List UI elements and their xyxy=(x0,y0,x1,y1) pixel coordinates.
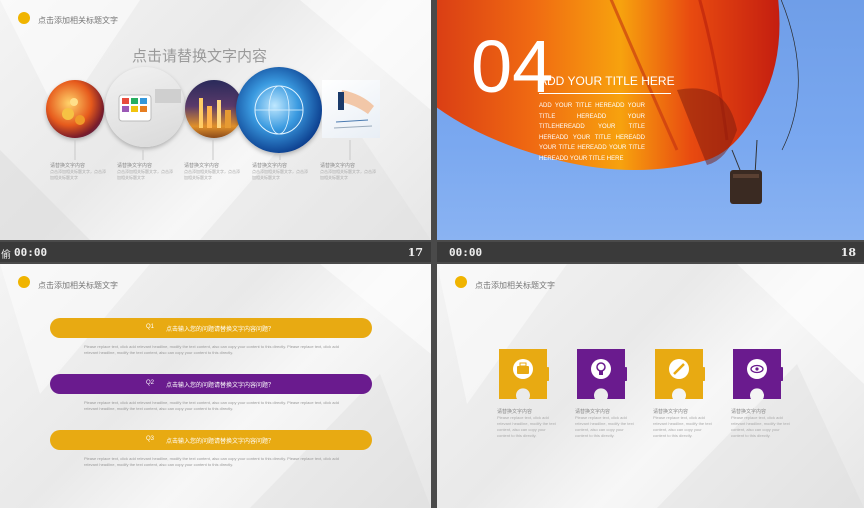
puzzle-piece-4 xyxy=(733,349,783,399)
logo-icon xyxy=(455,276,467,288)
caption-item-1: 请替换文字内容 点击添加相关标题文字，点击添加相关标题文字 xyxy=(50,163,106,180)
slide-status-bar-17: 偷 00:00 17 xyxy=(0,242,431,262)
question-desc-2: Please replace text, click add relevant … xyxy=(84,400,339,411)
slide-thumbnail-17[interactable]: 点击添加相关标题文字 点击请替换文字内容 请替换文字内容 点击添加相关标题文字，… xyxy=(0,0,431,240)
puzzle-caption-3: 请替换文字内容 Please replace text, click add re… xyxy=(653,409,712,438)
caption-item-4: 请替换文字内容 点击添加相关标题文字，点击添加相关标题文字 xyxy=(252,163,308,180)
puzzle-caption-1: 请替换文字内容 Please replace text, click add re… xyxy=(497,409,556,438)
section-body: ADD YOUR TITLE HEREADD YOUR TITLE HEREAD… xyxy=(539,103,645,162)
question-pill-3: Q3 点击输入您的问题请替换文字内容问题？ xyxy=(50,430,372,450)
slide-status-bar-18: 00:00 18 xyxy=(437,242,864,262)
puzzle-piece-2 xyxy=(577,349,627,399)
briefcase-icon xyxy=(513,359,533,379)
slide-thumbnail-18[interactable]: 04 ADD YOUR TITLE HERE ADD YOUR TITLE HE… xyxy=(437,0,864,240)
slide-number: 17 xyxy=(407,246,423,259)
slide-thumbnail-19[interactable]: 点击添加相关标题文字 Q1 点击输入您的问题请替换文字内容问题？ Please r… xyxy=(0,264,431,508)
pencil-icon xyxy=(669,359,689,379)
slide-timer: 00:00 xyxy=(449,246,483,259)
puzzle-caption-4: 请替换文字内容 Please replace text, click add re… xyxy=(731,409,790,438)
slide-thumbnail-20[interactable]: 点击添加相关标题文字 请替换文字内容 Please replace text, c… xyxy=(437,264,864,508)
lightbulb-icon xyxy=(591,359,611,379)
puzzle-piece-3 xyxy=(655,349,705,399)
caption-item-5: 请替换文字内容 点击添加相关标题文字，点击添加相关标题文字 xyxy=(320,163,376,180)
slide-title: 点击添加相关标题文字 xyxy=(475,281,555,290)
heading-underline xyxy=(539,93,671,94)
question-pill-2: Q2 点击输入您的问题请替换文字内容问题？ xyxy=(50,374,372,394)
connector-lines xyxy=(74,140,351,160)
section-heading: ADD YOUR TITLE HERE xyxy=(539,74,675,88)
question-desc-3: Please replace text, click add relevant … xyxy=(84,456,339,467)
eye-icon xyxy=(747,359,767,379)
caption-item-2: 请替换文字内容 点击添加相关标题文字，点击添加相关标题文字 xyxy=(117,163,173,180)
slide-number: 18 xyxy=(840,246,856,259)
puzzle-piece-1 xyxy=(499,349,549,399)
slide-timer: 00:00 xyxy=(14,246,48,259)
status-glyph: 偷 xyxy=(1,250,11,261)
logo-icon xyxy=(18,276,30,288)
question-pill-1: Q1 点击输入您的问题请替换文字内容问题？ xyxy=(50,318,372,338)
caption-item-3: 请替换文字内容 点击添加相关标题文字，点击添加相关标题文字 xyxy=(184,163,240,180)
slide-title: 点击添加相关标题文字 xyxy=(38,281,118,290)
puzzle-caption-2: 请替换文字内容 Please replace text, click add re… xyxy=(575,409,634,438)
question-desc-1: Please replace text, click add relevant … xyxy=(84,344,339,355)
